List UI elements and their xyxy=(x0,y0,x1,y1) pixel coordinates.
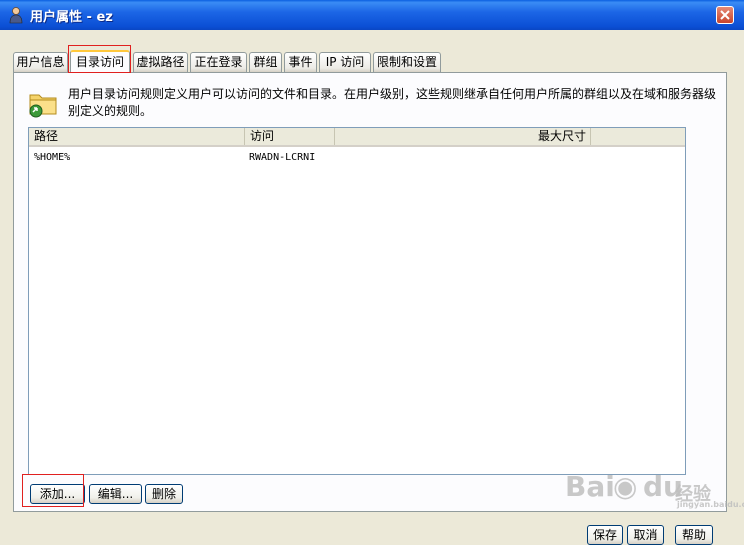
column-header-path[interactable]: 路径 xyxy=(29,128,245,145)
cell-path: %HOME% xyxy=(34,152,71,163)
tab-user-info[interactable]: 用户信息 xyxy=(13,52,68,72)
user-icon xyxy=(9,7,23,24)
save-button[interactable]: 保存 xyxy=(587,525,623,545)
cell-access: RWADN-LCRNI xyxy=(249,152,316,163)
table-row[interactable]: %HOME% RWADN-LCRNI xyxy=(29,151,685,167)
help-button[interactable]: 帮助 xyxy=(675,525,713,545)
directory-access-description: 用户目录访问规则定义用户可以访问的文件和目录。在用户级别，这些规则继承自任何用户… xyxy=(68,87,717,118)
tab-virtual-paths[interactable]: 虚拟路径 xyxy=(133,52,188,72)
close-icon xyxy=(720,10,730,20)
list-header: 路径 访问 最大尺寸 xyxy=(29,128,685,147)
folder-icon xyxy=(29,94,57,118)
add-button[interactable]: 添加... xyxy=(30,484,85,504)
tab-directory-access[interactable]: 目录访问 xyxy=(70,50,130,73)
baidu-watermark: Bai ◉ du 经验 jingyan.baidu.com xyxy=(565,470,744,515)
edit-button[interactable]: 编辑... xyxy=(89,484,142,504)
tab-limits-settings[interactable]: 限制和设置 xyxy=(373,52,441,72)
tab-logged-in[interactable]: 正在登录 xyxy=(190,52,247,72)
tab-groups[interactable]: 群组 xyxy=(249,52,282,72)
title-bar: 用户属性 - ez xyxy=(0,0,744,30)
window-title: 用户属性 - ez xyxy=(30,10,113,25)
paw-icon: ◉ xyxy=(613,470,638,503)
watermark-brand: Bai xyxy=(565,470,615,503)
directory-rules-list[interactable]: 路径 访问 最大尺寸 %HOME% RWADN-LCRNI xyxy=(28,127,686,475)
watermark-sub: jingyan.baidu.com xyxy=(677,500,744,509)
tab-ip-access[interactable]: IP 访问 xyxy=(319,52,371,72)
column-header-max-size[interactable]: 最大尺寸 xyxy=(335,128,591,145)
tab-events[interactable]: 事件 xyxy=(284,52,317,72)
column-header-access[interactable]: 访问 xyxy=(245,128,335,145)
close-button[interactable] xyxy=(716,6,734,24)
delete-button[interactable]: 删除 xyxy=(145,484,183,504)
cancel-button[interactable]: 取消 xyxy=(627,525,664,545)
tab-panel-directory-access: 用户目录访问规则定义用户可以访问的文件和目录。在用户级别，这些规则继承自任何用户… xyxy=(13,72,727,512)
